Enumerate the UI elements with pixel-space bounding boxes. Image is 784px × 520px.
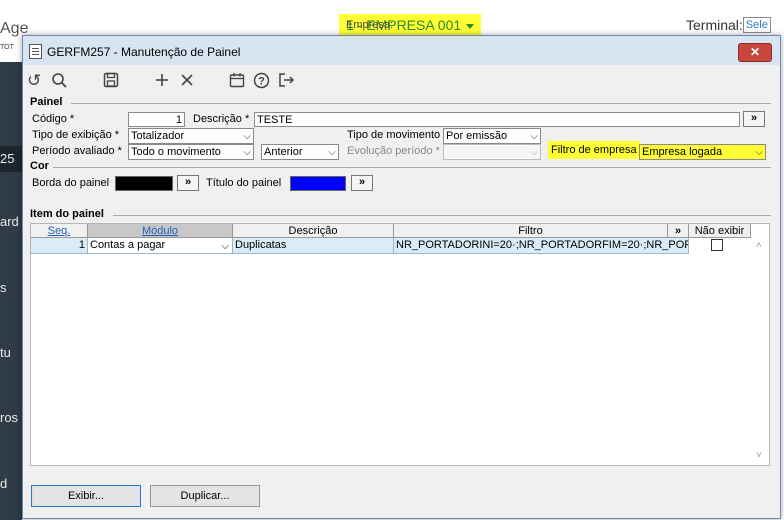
empresa-label: Empresa: (346, 19, 394, 31)
evolucao-label: Evolução período * (347, 145, 440, 157)
cell-modulo-value: Contas a pagar (90, 239, 166, 251)
col-header-modulo[interactable]: Módulo (88, 224, 233, 238)
periodo-select[interactable]: Todo o movimento ⌵ (128, 144, 254, 160)
exit-icon[interactable] (278, 72, 295, 90)
search-icon[interactable] (51, 72, 68, 90)
tipo-exibicao-label: Tipo de exibição * (32, 129, 120, 141)
cell-filtro[interactable]: NR_PORTADORINI=20·;NR_PORTADORFIM=20·;NR… (394, 238, 689, 254)
itens-grid: Seq. Módulo Descrição Filtro » Não exibi… (30, 223, 770, 466)
periodo-direction-select[interactable]: Anterior ⌵ (261, 144, 339, 160)
chevron-down-icon: ⌵ (221, 241, 229, 252)
cell-modulo[interactable]: Contas a pagar ⌵ (88, 238, 233, 254)
filtro-expand-button[interactable]: » (668, 224, 689, 238)
tipo-movimento-label: Tipo de movimento (347, 129, 441, 141)
col-header-nao-exibir[interactable]: Não exibir (689, 224, 751, 238)
app-logo-sub: TOT (0, 44, 14, 51)
divider (113, 215, 771, 216)
descricao-input[interactable]: TESTE (254, 112, 740, 127)
chevron-down-icon: ⌵ (243, 131, 251, 142)
app-sidebar: 25 ard s tu ros d (0, 62, 22, 520)
codigo-input[interactable]: 1 (128, 112, 185, 127)
document-icon (29, 44, 42, 59)
sidebar-item[interactable]: tu (0, 343, 22, 363)
periodo-label: Período avaliado * (32, 145, 122, 157)
descricao-label: Descrição * (193, 113, 250, 125)
nao-exibir-checkbox[interactable] (711, 239, 723, 251)
toolbar: ↺ ? (23, 65, 780, 95)
caret-down-icon (466, 23, 475, 29)
tipo-exibicao-value: Totalizador (131, 130, 185, 142)
button-bar: Exibir... Duplicar... (23, 470, 780, 518)
borda-color-button[interactable]: » (177, 175, 199, 191)
itens-group-title: Item do painel (30, 208, 104, 220)
painel-window: GERFM257 - Manutenção de Painel ✕ ↺ ? Pa… (22, 35, 781, 519)
chevron-down-icon: ⌵ (530, 131, 538, 142)
form-content: Painel Código * 1 Descrição * TESTE » Ti… (25, 96, 775, 470)
cell-seq[interactable]: 1 (31, 238, 88, 254)
painel-group-title: Painel (30, 96, 63, 108)
delete-icon[interactable] (179, 72, 195, 90)
terminal-link[interactable]: Sele (742, 17, 771, 33)
cell-descricao[interactable]: Duplicatas (233, 238, 394, 254)
scroll-down-icon[interactable]: ˅ (756, 450, 762, 461)
sidebar-item[interactable]: 25 (0, 146, 22, 172)
exibir-button[interactable]: Exibir... (31, 485, 141, 507)
col-header-seq[interactable]: Seq. (31, 224, 88, 238)
evolucao-select: ⌵ (443, 144, 541, 160)
divider (53, 167, 771, 168)
borda-color-swatch[interactable] (115, 176, 173, 191)
titulo-color-swatch[interactable] (290, 176, 346, 191)
sidebar-item[interactable]: ros (0, 408, 22, 428)
chevron-down-icon: ⌵ (328, 147, 336, 158)
chevron-down-icon: ⌵ (530, 147, 538, 158)
periodo-direction-value: Anterior (264, 146, 303, 158)
sidebar-item[interactable]: ard (0, 212, 22, 232)
cor-group-title: Cor (30, 160, 49, 172)
cell-nao-exibir (689, 238, 751, 254)
periodo-value: Todo o movimento (131, 146, 221, 158)
undo-icon[interactable]: ↺ (27, 72, 41, 90)
filtro-empresa-label: Filtro de empresa (548, 141, 640, 159)
titulo-color-button[interactable]: » (351, 175, 373, 191)
app-header: Age Empresa: 1 - EMPRESA 001 Terminal: S… (0, 0, 784, 40)
duplicar-button[interactable]: Duplicar... (150, 485, 260, 507)
window-title: GERFM257 - Manutenção de Painel (47, 45, 241, 59)
sidebar-item[interactable]: s (0, 278, 22, 298)
divider (71, 103, 771, 104)
tipo-exibicao-select[interactable]: Totalizador ⌵ (128, 128, 254, 144)
chevron-down-icon: ⌵ (755, 147, 763, 158)
terminal-label: Terminal: (686, 17, 743, 33)
filtro-empresa-value: Empresa logada (642, 146, 723, 158)
col-header-filtro[interactable]: Filtro (394, 224, 668, 238)
calendar-icon[interactable] (229, 72, 245, 90)
chevron-down-icon: ⌵ (243, 147, 251, 158)
terminal-info: Terminal: Sele (686, 17, 771, 33)
codigo-label: Código * (32, 113, 75, 125)
window-titlebar[interactable]: GERFM257 - Manutenção de Painel ✕ (23, 36, 780, 65)
add-icon[interactable] (154, 72, 170, 90)
tipo-movimento-select[interactable]: Por emissão ⌵ (443, 128, 541, 144)
tipo-movimento-value: Por emissão (446, 130, 508, 142)
borda-label: Borda do painel (32, 177, 110, 189)
close-button[interactable]: ✕ (738, 43, 772, 62)
sidebar-item[interactable]: d (0, 474, 22, 494)
empresa-selector[interactable]: Empresa: 1 - EMPRESA 001 (339, 14, 482, 36)
help-icon[interactable]: ? (253, 72, 270, 90)
save-icon[interactable] (103, 72, 119, 90)
col-header-descricao[interactable]: Descrição (233, 224, 394, 238)
descricao-lookup-button[interactable]: » (743, 111, 765, 127)
svg-text:?: ? (258, 76, 265, 88)
titulo-label: Título do painel (206, 177, 282, 189)
scroll-up-icon[interactable]: ˄ (756, 240, 762, 251)
filtro-empresa-select[interactable]: Empresa logada ⌵ (639, 144, 766, 160)
